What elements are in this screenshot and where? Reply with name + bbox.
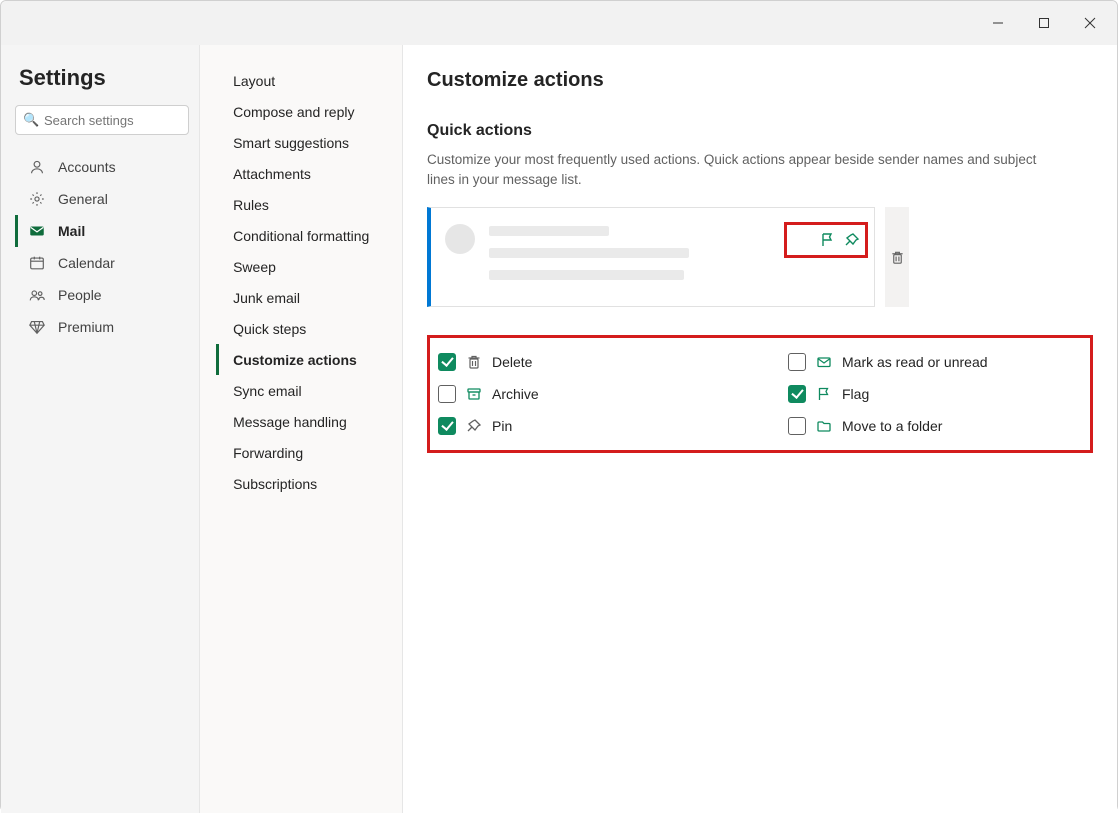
action-archive[interactable]: Archive xyxy=(438,382,728,406)
trash-icon xyxy=(466,354,482,370)
action-label: Pin xyxy=(492,418,512,434)
action-mark-read[interactable]: Mark as read or unread xyxy=(788,350,1078,374)
close-icon xyxy=(1084,17,1096,29)
sub-customize-actions[interactable]: Customize actions xyxy=(216,344,394,375)
action-label: Delete xyxy=(492,354,532,370)
titlebar xyxy=(1,1,1117,45)
action-move[interactable]: Move to a folder xyxy=(788,414,1078,438)
search-icon: 🔍 xyxy=(23,112,39,128)
search-wrapper: 🔍 xyxy=(15,105,189,135)
checkbox-pin[interactable] xyxy=(438,417,456,435)
person-icon xyxy=(28,158,46,176)
checkbox-flag[interactable] xyxy=(788,385,806,403)
main-title: Customize actions xyxy=(427,69,1093,92)
sub-quicksteps[interactable]: Quick steps xyxy=(216,313,394,344)
placeholder-line xyxy=(489,270,684,280)
avatar-placeholder xyxy=(445,224,475,254)
delete-hover-zone[interactable] xyxy=(885,207,909,307)
gear-icon xyxy=(28,190,46,208)
nav-label: Mail xyxy=(58,223,85,239)
sub-smart[interactable]: Smart suggestions xyxy=(216,127,394,158)
preview-lines xyxy=(489,222,860,292)
calendar-icon xyxy=(28,254,46,272)
checkbox-delete[interactable] xyxy=(438,353,456,371)
section-title: Quick actions xyxy=(427,122,1093,140)
nav-label: Accounts xyxy=(58,159,116,175)
folder-icon xyxy=(816,418,832,434)
action-label: Flag xyxy=(842,386,869,402)
sub-sweep[interactable]: Sweep xyxy=(216,251,394,282)
window-close-button[interactable] xyxy=(1067,7,1113,39)
action-label: Move to a folder xyxy=(842,418,942,434)
section-desc: Customize your most frequently used acti… xyxy=(427,150,1067,189)
placeholder-line xyxy=(489,248,689,258)
nav-label: Premium xyxy=(58,319,114,335)
sub-layout[interactable]: Layout xyxy=(216,65,394,96)
sub-attachments[interactable]: Attachments xyxy=(216,158,394,189)
sidebar-primary: Settings 🔍 Accounts General Mail Calenda… xyxy=(1,45,200,813)
checkbox-mark-read[interactable] xyxy=(788,353,806,371)
pin-icon xyxy=(844,232,860,248)
diamond-icon xyxy=(28,318,46,336)
sidebar-secondary: Layout Compose and reply Smart suggestio… xyxy=(200,45,403,813)
sub-junk[interactable]: Junk email xyxy=(216,282,394,313)
preview-row xyxy=(427,207,1093,307)
maximize-icon xyxy=(1038,17,1050,29)
settings-window: Settings 🔍 Accounts General Mail Calenda… xyxy=(0,0,1118,812)
checkbox-move[interactable] xyxy=(788,417,806,435)
nav-general[interactable]: General xyxy=(15,183,189,215)
actions-col-left: Delete Archive Pin xyxy=(438,350,728,438)
window-maximize-button[interactable] xyxy=(1021,7,1067,39)
nav-calendar[interactable]: Calendar xyxy=(15,247,189,279)
sub-forwarding[interactable]: Forwarding xyxy=(216,437,394,468)
trash-icon xyxy=(890,250,905,265)
action-label: Mark as read or unread xyxy=(842,354,988,370)
sub-rules[interactable]: Rules xyxy=(216,189,394,220)
placeholder-line xyxy=(489,226,609,236)
nav-label: People xyxy=(58,287,102,303)
search-input[interactable] xyxy=(15,105,189,135)
people-icon xyxy=(28,286,46,304)
page-title-settings: Settings xyxy=(19,65,189,91)
archive-icon xyxy=(466,386,482,402)
sub-conditional[interactable]: Conditional formatting xyxy=(216,220,394,251)
sub-message-handling[interactable]: Message handling xyxy=(216,406,394,437)
minimize-icon xyxy=(992,17,1004,29)
mail-icon xyxy=(28,222,46,240)
quick-actions-grid: Delete Archive Pin xyxy=(427,335,1093,453)
nav-people[interactable]: People xyxy=(15,279,189,311)
sub-sync[interactable]: Sync email xyxy=(216,375,394,406)
action-delete[interactable]: Delete xyxy=(438,350,728,374)
message-preview-card xyxy=(427,207,875,307)
flag-icon xyxy=(816,386,832,402)
mail-icon xyxy=(816,354,832,370)
main-content: Customize actions Quick actions Customiz… xyxy=(403,45,1117,813)
nav-premium[interactable]: Premium xyxy=(15,311,189,343)
action-flag[interactable]: Flag xyxy=(788,382,1078,406)
nav-label: General xyxy=(58,191,108,207)
actions-col-right: Mark as read or unread Flag Move to a fo… xyxy=(788,350,1078,438)
window-minimize-button[interactable] xyxy=(975,7,1021,39)
action-label: Archive xyxy=(492,386,539,402)
nav-mail[interactable]: Mail xyxy=(15,215,189,247)
flag-icon xyxy=(820,232,836,248)
sub-subscriptions[interactable]: Subscriptions xyxy=(216,468,394,499)
nav-label: Calendar xyxy=(58,255,115,271)
checkbox-archive[interactable] xyxy=(438,385,456,403)
pin-icon xyxy=(466,418,482,434)
nav-accounts[interactable]: Accounts xyxy=(15,151,189,183)
sub-compose[interactable]: Compose and reply xyxy=(216,96,394,127)
action-pin[interactable]: Pin xyxy=(438,414,728,438)
preview-quick-actions xyxy=(820,232,860,248)
